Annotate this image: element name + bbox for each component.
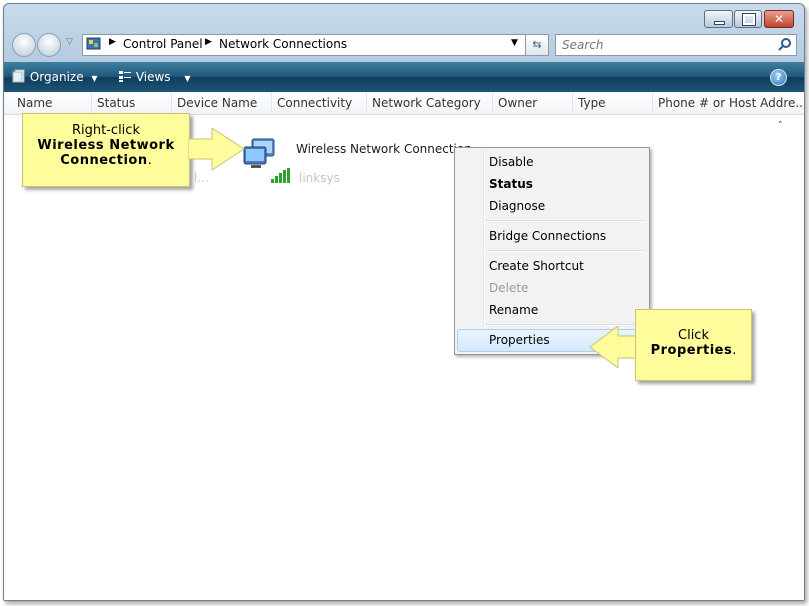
views-label: Views — [135, 70, 171, 84]
views-menu[interactable]: Views ▼ — [118, 69, 191, 84]
control-panel-icon — [86, 37, 101, 50]
callout-line: Right-click — [72, 123, 140, 138]
column-header-phone-host[interactable]: Phone # or Host Addre... — [653, 92, 803, 114]
menu-item-create-shortcut[interactable]: Create Shortcut — [489, 256, 584, 276]
organize-icon — [12, 69, 25, 83]
callout-line-bold: Connection. — [60, 153, 152, 168]
address-dropdown-icon[interactable]: ▼ — [511, 38, 518, 48]
chevron-down-icon: ▼ — [184, 74, 191, 83]
search-input[interactable] — [560, 36, 769, 54]
faded-item-text: l... — [194, 171, 209, 185]
minimize-button[interactable] — [704, 10, 733, 28]
refresh-button[interactable]: ⇆ — [525, 34, 549, 56]
connection-name: Wireless Network Connection — [296, 142, 472, 156]
chevron-down-icon: ▽ — [66, 37, 73, 47]
breadcrumb-network-connections[interactable]: Network Connections — [219, 37, 347, 51]
menu-separator — [485, 250, 645, 252]
menu-item-disable[interactable]: Disable — [489, 152, 534, 172]
explorer-window: ✕ ▽ ▶ Control Panel ▶ Network Connection… — [3, 3, 805, 601]
views-icon — [119, 71, 131, 82]
menu-item-status[interactable]: Status — [489, 174, 533, 194]
column-header-type[interactable]: Type — [573, 92, 653, 114]
recent-pages-button[interactable]: ▽ — [66, 37, 73, 47]
help-icon: ? — [775, 72, 782, 83]
organize-label: Organize — [29, 70, 84, 84]
column-header-name[interactable]: Name — [12, 92, 92, 114]
address-bar[interactable]: ▶ Control Panel ▶ Network Connections ▼ — [82, 34, 526, 56]
help-button[interactable]: ? — [770, 69, 787, 86]
context-menu: Disable Status Diagnose Bridge Connectio… — [454, 147, 650, 355]
maximize-button[interactable] — [734, 10, 762, 28]
wireless-network-connection-item[interactable]: Wireless Network Connection linksys — [242, 135, 472, 189]
menu-separator — [485, 220, 645, 222]
menu-item-diagnose[interactable]: Diagnose — [489, 196, 545, 216]
close-button[interactable]: ✕ — [764, 10, 794, 28]
column-header-device-name[interactable]: Device Name — [172, 92, 272, 114]
callout-line-bold: Wireless Network — [37, 138, 175, 153]
callout-arrow-right-icon — [188, 128, 245, 171]
menu-item-bridge-connections[interactable]: Bridge Connections — [489, 226, 606, 246]
organize-menu[interactable]: Organize ▼ — [12, 69, 98, 84]
column-headers: Name Status Device Name Connectivity Net… — [4, 92, 804, 115]
maximize-icon — [742, 13, 756, 26]
signal-strength-icon — [271, 168, 290, 183]
instruction-callout-right-click: Right-click Wireless Network Connection. — [22, 113, 190, 187]
search-icon[interactable] — [778, 38, 792, 52]
back-button[interactable] — [12, 33, 36, 57]
command-bar: Organize ▼ Views ▼ ? — [4, 62, 804, 92]
column-header-status[interactable]: Status — [92, 92, 172, 114]
collapse-group-icon[interactable]: ˄ — [778, 121, 783, 131]
minimize-icon — [714, 21, 725, 25]
menu-item-delete: Delete — [489, 281, 529, 295]
callout-arrow-left-icon — [589, 326, 639, 368]
breadcrumb-control-panel[interactable]: Control Panel — [123, 37, 203, 51]
refresh-icon: ⇆ — [532, 38, 542, 51]
search-box[interactable] — [555, 34, 797, 56]
column-header-owner[interactable]: Owner — [493, 92, 573, 114]
navigation-bar: ▽ ▶ Control Panel ▶ Network Connections … — [4, 30, 804, 62]
breadcrumb-separator-icon: ▶ — [205, 37, 212, 47]
menu-item-rename[interactable]: Rename — [489, 300, 538, 320]
chevron-down-icon: ▼ — [91, 74, 98, 83]
forward-button[interactable] — [37, 33, 61, 57]
menu-item-properties[interactable]: Properties — [489, 330, 550, 350]
breadcrumb-separator-icon: ▶ — [109, 37, 116, 47]
network-name: linksys — [299, 171, 340, 185]
close-icon: ✕ — [773, 12, 785, 26]
callout-line-bold: Properties. — [650, 343, 737, 358]
column-header-network-category[interactable]: Network Category — [367, 92, 493, 114]
column-header-connectivity[interactable]: Connectivity — [272, 92, 367, 114]
callout-line: Click — [678, 328, 709, 343]
instruction-callout-click-properties: Click Properties. — [635, 309, 752, 381]
